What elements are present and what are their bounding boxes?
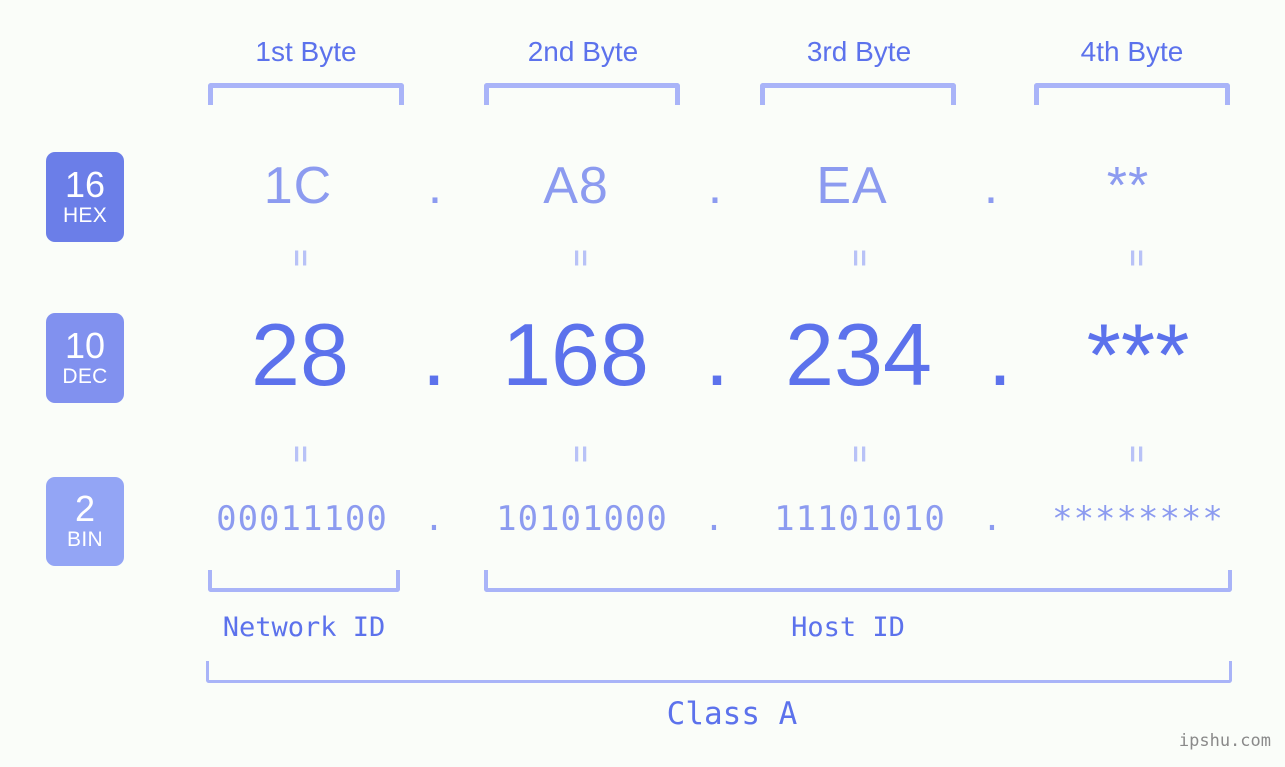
equals-connector-dec-bin-4: = bbox=[1120, 445, 1153, 463]
hex-separator-2: . bbox=[707, 157, 723, 215]
bin-octet-4: ******** bbox=[1052, 499, 1224, 539]
class-bracket bbox=[206, 661, 1232, 683]
base-badge-dec-abbr: DEC bbox=[62, 364, 108, 388]
base-badge-hex-number: 16 bbox=[64, 163, 106, 205]
dec-separator-2: . bbox=[704, 305, 730, 404]
hex-separator-3: . bbox=[983, 157, 999, 215]
bin-separator-3: . bbox=[981, 499, 1003, 539]
byte-bracket-3 bbox=[760, 83, 956, 105]
class-label: Class A bbox=[666, 696, 798, 732]
base-badge-bin-number: 2 bbox=[74, 488, 96, 529]
hex-octet-4: ** bbox=[1106, 157, 1150, 215]
hex-octet-3: EA bbox=[816, 157, 888, 215]
hex-octet-1: 1C bbox=[263, 157, 333, 215]
hex-octet-2: A8 bbox=[543, 157, 609, 215]
byte-header-2: 2nd Byte bbox=[527, 36, 639, 67]
dec-octet-3: 234 bbox=[785, 305, 932, 404]
hex-separator-1: . bbox=[427, 157, 443, 215]
equals-connector-hex-dec-1: = bbox=[284, 249, 317, 267]
dec-separator-3: . bbox=[987, 305, 1013, 404]
base-badge-bin-abbr: BIN bbox=[67, 528, 103, 551]
host-id-bracket bbox=[484, 570, 1232, 592]
byte-header-4: 4th Byte bbox=[1080, 36, 1184, 67]
byte-bracket-2 bbox=[484, 83, 680, 105]
dec-octet-4: *** bbox=[1086, 305, 1190, 404]
dec-octet-1: 28 bbox=[251, 305, 349, 404]
base-badge-dec: 10 DEC bbox=[46, 313, 124, 403]
equals-connector-hex-dec-3: = bbox=[843, 249, 876, 267]
byte-header-3: 3rd Byte bbox=[806, 36, 912, 67]
bin-separator-2: . bbox=[703, 499, 725, 539]
byte-bracket-4 bbox=[1034, 83, 1230, 105]
equals-connector-dec-bin-1: = bbox=[284, 445, 317, 463]
byte-header-1: 1st Byte bbox=[255, 36, 357, 67]
watermark: ipshu.com bbox=[1178, 731, 1271, 751]
base-badge-bin: 2 BIN bbox=[46, 477, 124, 566]
bin-octet-2: 10101000 bbox=[496, 499, 668, 539]
bin-octet-3: 11101010 bbox=[774, 499, 946, 539]
equals-connector-dec-bin-2: = bbox=[564, 445, 597, 463]
network-id-label: Network ID bbox=[222, 612, 386, 643]
dec-separator-1: . bbox=[421, 305, 447, 404]
base-badge-hex: 16 HEX bbox=[46, 152, 124, 242]
host-id-label: Host ID bbox=[791, 612, 905, 643]
ip-address-breakdown-diagram: 1st Byte 2nd Byte 3rd Byte 4th Byte 16 H… bbox=[0, 0, 1285, 767]
network-id-bracket bbox=[208, 570, 400, 592]
base-badge-hex-abbr: HEX bbox=[62, 203, 108, 227]
base-badge-dec-number: 10 bbox=[64, 324, 106, 366]
equals-connector-hex-dec-4: = bbox=[1120, 249, 1153, 267]
equals-connector-dec-bin-3: = bbox=[843, 445, 876, 463]
bin-octet-1: 00011100 bbox=[216, 499, 388, 539]
bin-separator-1: . bbox=[423, 499, 445, 539]
byte-bracket-1 bbox=[208, 83, 404, 105]
dec-octet-2: 168 bbox=[502, 305, 649, 404]
equals-connector-hex-dec-2: = bbox=[564, 249, 597, 267]
